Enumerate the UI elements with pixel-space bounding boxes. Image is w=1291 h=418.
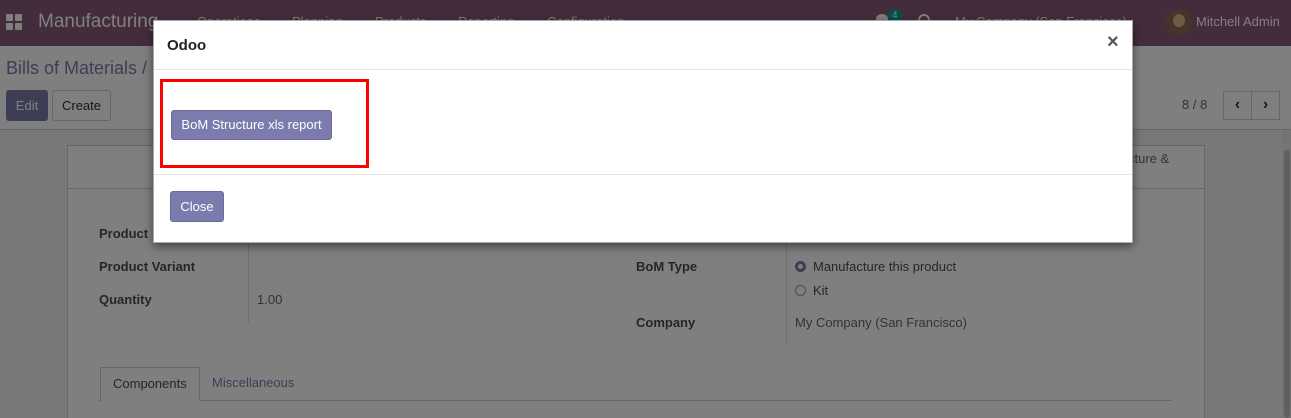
dialog-close-button[interactable]: Close: [170, 191, 224, 222]
dialog-title: Odoo: [167, 37, 207, 54]
close-icon[interactable]: ×: [1107, 31, 1119, 54]
report-dialog: Odoo × BoM Structure xls report Close: [153, 20, 1133, 243]
dialog-body: BoM Structure xls report: [154, 70, 1132, 175]
bom-structure-xls-report-button[interactable]: BoM Structure xls report: [171, 110, 332, 140]
dialog-header: Odoo ×: [154, 21, 1132, 70]
